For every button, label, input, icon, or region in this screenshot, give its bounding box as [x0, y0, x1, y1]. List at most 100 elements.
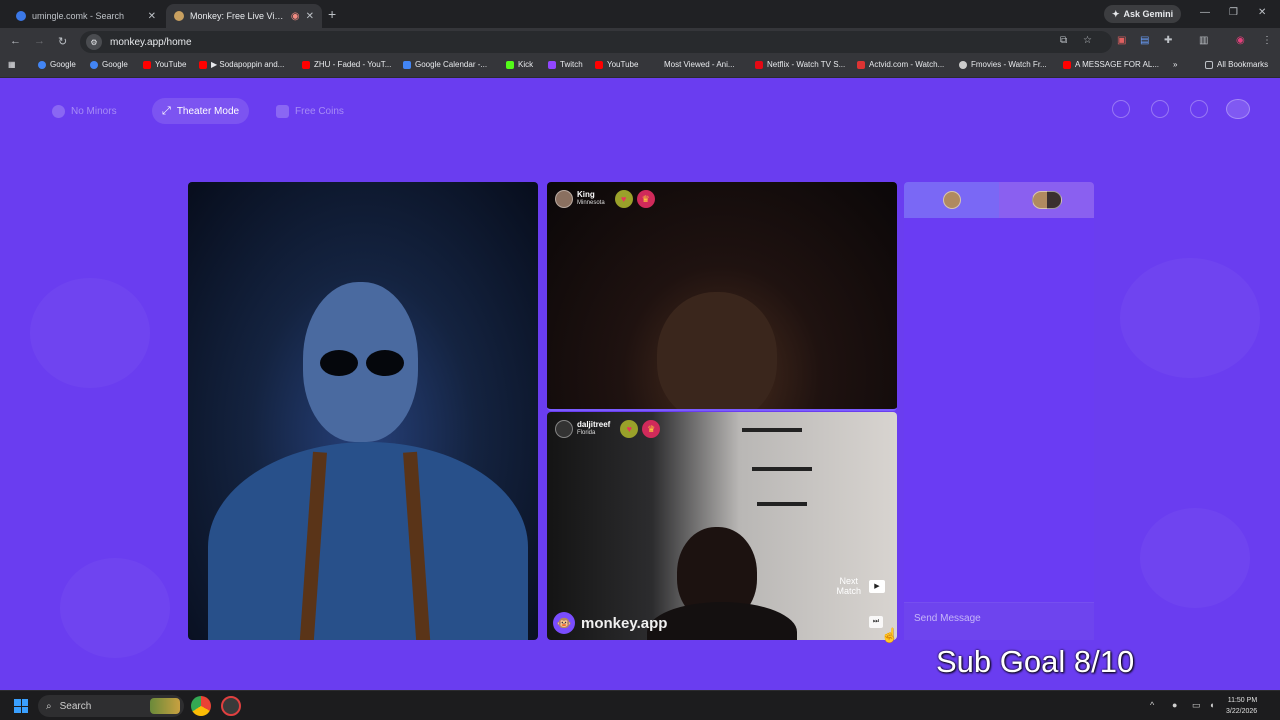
tab-monkey[interactable]: Monkey: Free Live Video Ch ◉ ✕ — [166, 4, 322, 28]
reload-icon[interactable]: ↻ — [58, 35, 67, 48]
crown-icon[interactable]: ♛ — [642, 420, 661, 438]
gemini-sparkle-icon: ✦ — [1112, 8, 1120, 19]
bookmark-label: Google — [50, 60, 76, 69]
no-minors-icon — [52, 104, 65, 118]
youtube-icon — [1063, 60, 1071, 69]
app-icon[interactable] — [221, 696, 241, 716]
bookmark-actvid[interactable]: Actvid.com - Watch... — [857, 60, 944, 69]
install-app-icon[interactable]: ⧉ — [1060, 35, 1067, 46]
avatar — [555, 190, 573, 208]
tab-umingle-search[interactable]: umingle.comk - Search ✕ — [8, 4, 164, 28]
all-bookmarks-button[interactable]: All Bookmarks — [1205, 60, 1268, 69]
profile-avatar-icon[interactable]: ◉ — [1236, 35, 1245, 46]
youtube-icon — [595, 60, 603, 69]
bookmark-label: YouTube — [607, 60, 639, 69]
google-icon — [90, 60, 98, 69]
back-icon[interactable]: ← — [10, 35, 21, 47]
wall-shelf — [752, 467, 812, 471]
extensions-puzzle-icon[interactable]: ✚ — [1164, 35, 1172, 46]
next-match-button[interactable]: Next Match ▶ — [836, 576, 885, 596]
sunglasses-icon — [366, 350, 404, 376]
background-decoration — [1140, 508, 1250, 608]
bookmark-youtube[interactable]: YouTube — [595, 60, 638, 69]
new-tab-button[interactable]: + — [328, 6, 336, 22]
crown-icon[interactable]: ♛ — [636, 190, 655, 208]
windows-start-icon[interactable] — [14, 699, 28, 713]
no-minors-button[interactable]: No Minors — [42, 98, 127, 124]
bookmark-label: A MESSAGE FOR AL... — [1075, 60, 1160, 69]
search-icon: ⌕ — [46, 700, 52, 712]
system-clock[interactable]: 11:50 PM 3/22/2026 — [1226, 695, 1257, 717]
bookmark-kick[interactable]: Kick — [506, 60, 533, 69]
profile-avatar[interactable] — [1226, 99, 1250, 119]
clock-date: 3/22/2026 — [1226, 708, 1258, 715]
theater-mode-label: Theater Mode — [176, 105, 240, 117]
extension-icon[interactable]: ▣ — [1117, 35, 1126, 46]
messages-icon[interactable] — [1190, 100, 1208, 118]
peer-video-king: King Minnesota ♥ ♛ — [547, 182, 897, 411]
bookmark-message[interactable]: A MESSAGE FOR AL... — [1063, 60, 1159, 69]
bookmark-star-icon[interactable]: ☆ — [1083, 35, 1092, 46]
bookmark-google[interactable]: Google — [38, 60, 76, 69]
site-info-icon[interactable]: ⚙ — [86, 34, 102, 50]
tray-overflow-icon[interactable]: ^ — [1150, 700, 1154, 710]
bookmark-google[interactable]: Google — [90, 60, 128, 69]
monkey-app-page: No Minors ⤢ Theater Mode Free Coins King… — [0, 78, 1280, 690]
person-silhouette — [208, 442, 528, 640]
monkey-logo-icon: 🐵 — [553, 612, 575, 634]
next-match-line: Match — [836, 586, 861, 596]
bookmark-zhu[interactable]: ZHU - Faded - YouT... — [302, 60, 391, 69]
bookmark-google-calendar[interactable]: Google Calendar -... — [403, 60, 487, 69]
bookmark-netflix[interactable]: Netflix - Watch TV S... — [755, 60, 845, 69]
close-window-icon[interactable]: ✕ — [1258, 7, 1266, 18]
bookmark-fmovies[interactable]: Fmovies - Watch Fr... — [959, 60, 1047, 69]
all-bookmarks-label: All Bookmarks — [1217, 60, 1269, 69]
friends-icon[interactable] — [1112, 100, 1130, 118]
maximize-icon[interactable]: ❐ — [1229, 7, 1238, 18]
close-tab-icon[interactable]: ✕ — [148, 11, 156, 22]
chat-tab-king[interactable] — [904, 182, 999, 218]
heart-icon[interactable]: ♥ — [620, 420, 639, 438]
avatar — [555, 420, 573, 438]
peer-user-chip[interactable]: daljitreef Florida ♥ ♛ — [555, 420, 661, 438]
peer-name: King — [577, 190, 595, 199]
peer-name-block: daljitreef Florida — [577, 420, 610, 438]
microphone-icon[interactable]: ● — [1172, 700, 1177, 710]
history-icon[interactable] — [1151, 100, 1169, 118]
ask-gemini-button[interactable]: ✦ Ask Gemini — [1104, 5, 1182, 23]
person-silhouette — [647, 602, 797, 640]
address-bar[interactable]: ⚙ monkey.app/home — [80, 31, 1112, 53]
close-tab-icon[interactable]: ✕ — [306, 11, 314, 22]
chrome-icon[interactable] — [191, 696, 211, 716]
sunglasses-icon — [320, 350, 358, 376]
volume-icon[interactable]: ◖ — [1209, 700, 1214, 710]
send-message-input[interactable]: Send Message — [904, 602, 1094, 640]
netflix-icon — [755, 60, 763, 69]
google-icon — [38, 60, 46, 69]
bookmark-label: Twitch — [560, 60, 583, 69]
bookmark-sodapoppin[interactable]: ▶ Sodapoppin and... — [199, 60, 284, 69]
bookmarks-overflow-icon[interactable]: » — [1173, 60, 1177, 69]
apps-grid-icon[interactable]: ▦ — [8, 60, 16, 69]
next-match-label: Next Match — [836, 576, 861, 596]
bookmark-twitch[interactable]: Twitch — [548, 60, 583, 69]
mouse-cursor-icon: ☝ — [881, 627, 899, 643]
peer-user-chip[interactable]: King Minnesota ♥ ♛ — [555, 190, 655, 208]
taskbar-search[interactable]: ⌕ Search — [38, 695, 184, 717]
chat-tab-group[interactable] — [999, 182, 1094, 218]
minimize-icon[interactable]: — — [1200, 7, 1210, 18]
peer-video-daljitreef: daljitreef Florida ♥ ♛ Next Match ▶ ⏭ 🐵 m… — [547, 412, 897, 640]
menu-kebab-icon[interactable]: ⋮ — [1262, 35, 1272, 46]
no-minors-label: No Minors — [71, 105, 117, 117]
extension-icon[interactable]: ▤ — [1140, 35, 1149, 46]
tab-title: Monkey: Free Live Video Ch — [190, 11, 285, 21]
network-icon[interactable]: ▭ — [1192, 700, 1201, 711]
coin-icon — [276, 104, 289, 118]
side-panel-icon[interactable]: ▥ — [1199, 35, 1208, 46]
theater-mode-button[interactable]: ⤢ Theater Mode — [152, 98, 250, 124]
forward-icon[interactable]: → — [34, 35, 45, 47]
bookmark-most-viewed[interactable]: Most Viewed - Ani... — [664, 60, 735, 69]
heart-icon[interactable]: ♥ — [614, 190, 633, 208]
free-coins-button[interactable]: Free Coins — [266, 98, 354, 124]
bookmark-youtube[interactable]: YouTube — [143, 60, 186, 69]
